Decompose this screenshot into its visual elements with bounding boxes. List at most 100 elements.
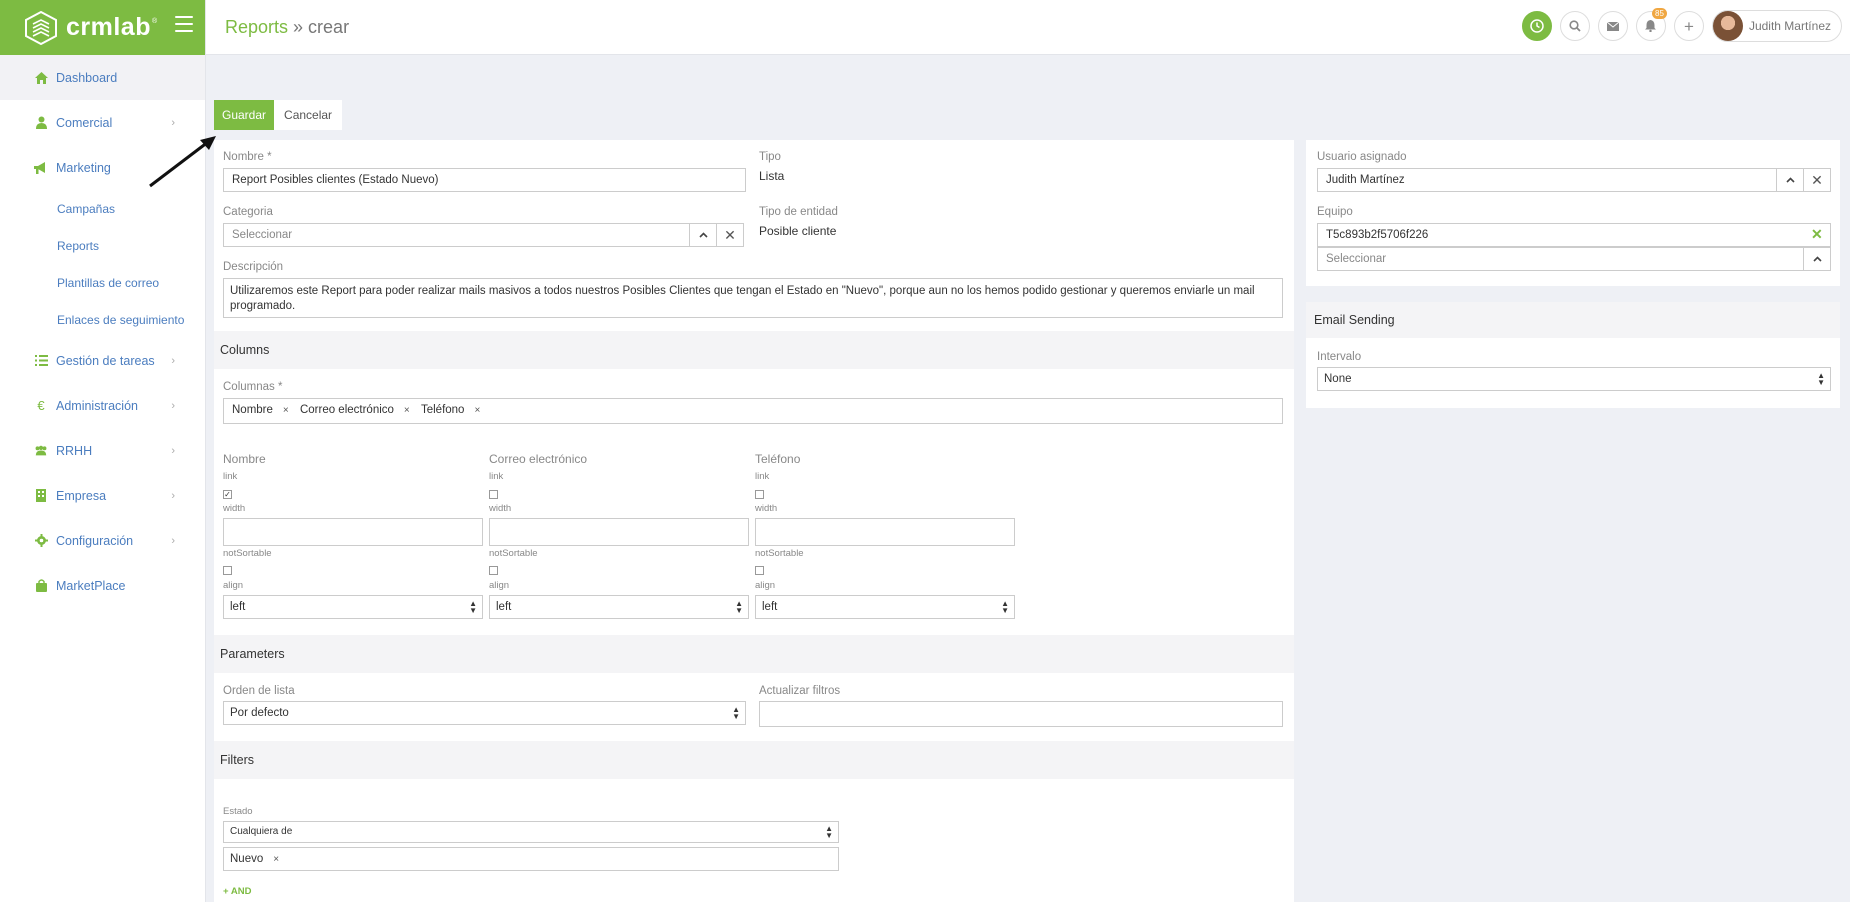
list-icon	[34, 354, 48, 368]
categoria-input[interactable]: Seleccionar	[223, 223, 690, 247]
align-select-nombre[interactable]: left ▲ ▼	[223, 595, 483, 619]
search-icon	[1569, 20, 1581, 32]
select-caret-icon: ▲ ▼	[735, 599, 743, 615]
categoria-clear-button[interactable]: ✕	[716, 223, 744, 247]
sidebar-item-label: Empresa	[56, 488, 107, 503]
select-caret-icon: ▲ ▼	[732, 705, 740, 721]
link-checkbox-nombre[interactable]: ✓	[223, 490, 232, 499]
estado-operator-select[interactable]: Cualquiera de ▲ ▼	[223, 821, 839, 843]
clock-button[interactable]	[1521, 11, 1552, 41]
plus-icon: +	[1683, 16, 1694, 36]
sidebar-item-empresa[interactable]: Empresa ›	[0, 473, 205, 518]
building-icon	[34, 489, 48, 503]
intervalo-select[interactable]: None ▲ ▼	[1317, 367, 1831, 391]
sidebar-item-configuracion[interactable]: Configuración ›	[0, 518, 205, 563]
categoria-select-button[interactable]	[689, 223, 717, 247]
orden-select[interactable]: Por defecto ▲ ▼	[223, 701, 746, 725]
link-checkbox-telefono[interactable]	[755, 490, 764, 499]
chevron-right-icon: ›	[171, 354, 175, 367]
add-and-button[interactable]: + AND	[223, 886, 251, 897]
select-caret-icon: ▲ ▼	[469, 599, 477, 615]
usuario-select-button[interactable]	[1776, 168, 1804, 192]
brand-name[interactable]: crmlab	[66, 13, 151, 42]
sidebar-item-dashboard[interactable]: Dashboard	[0, 55, 205, 100]
width-input-correo[interactable]	[489, 518, 749, 546]
tipo-label: Tipo	[759, 151, 781, 163]
remove-tag-icon[interactable]: ×	[404, 405, 410, 416]
sidebar-subitem-campanas[interactable]: Campañas	[0, 190, 205, 227]
sidebar-item-label: Marketing	[56, 160, 111, 175]
add-button[interactable]: +	[1673, 11, 1704, 41]
link-label: link	[755, 471, 770, 482]
orden-select-value: Por defecto	[230, 707, 289, 719]
width-label: width	[223, 503, 246, 514]
user-menu[interactable]: Judith Martínez	[1711, 10, 1842, 42]
email-button[interactable]	[1597, 11, 1628, 41]
breadcrumb-link[interactable]: Reports	[225, 17, 288, 37]
chevron-up-icon	[1812, 256, 1822, 262]
remove-tag-icon[interactable]: ×	[283, 405, 289, 416]
sidebar-item-gestion-tareas[interactable]: Gestión de tareas ›	[0, 338, 205, 383]
sidebar-item-marketplace[interactable]: MarketPlace	[0, 563, 205, 608]
users-icon	[34, 444, 48, 458]
notifications-button[interactable]: 85	[1635, 8, 1667, 41]
parameters-section-title: Parameters	[214, 635, 1294, 673]
annotation-arrow-icon	[149, 136, 216, 188]
width-input-telefono[interactable]	[755, 518, 1015, 546]
close-icon: ✕	[724, 226, 736, 243]
remove-equipo-icon[interactable]: ✕	[1811, 226, 1823, 243]
width-input-nombre[interactable]	[223, 518, 483, 546]
breadcrumb-separator: »	[288, 17, 309, 37]
equipo-label: Equipo	[1317, 206, 1353, 218]
email-sending-title: Email Sending	[1306, 302, 1840, 338]
remove-tag-icon[interactable]: ×	[474, 405, 480, 416]
sidebar-subitem-label: Enlaces de seguimiento	[57, 312, 185, 327]
remove-tag-icon[interactable]: ×	[273, 854, 279, 865]
sidebar-subitem-plantillas[interactable]: Plantillas de correo	[0, 264, 205, 301]
nombre-input[interactable]: Report Posibles clientes (Estado Nuevo)	[223, 168, 746, 192]
sidebar-item-administracion[interactable]: € Administración ›	[0, 383, 205, 428]
tipo-value: Lista	[759, 169, 785, 183]
width-label: width	[489, 503, 512, 514]
not-sortable-checkbox-telefono[interactable]	[755, 566, 764, 575]
not-sortable-checkbox-correo[interactable]	[489, 566, 498, 575]
nombre-label: Nombre *	[223, 151, 272, 163]
orden-label: Orden de lista	[223, 685, 295, 697]
top-actions: 85 + Judith Martínez	[1521, 8, 1850, 42]
link-checkbox-correo[interactable]	[489, 490, 498, 499]
align-select-telefono[interactable]: left ▲ ▼	[755, 595, 1015, 619]
estado-operator-value: Cualquiera de	[230, 826, 293, 837]
estado-label: Estado	[223, 806, 253, 817]
estado-tag-label: Nuevo	[230, 853, 264, 865]
estado-values-multiselect[interactable]: Nuevo ×	[223, 847, 839, 871]
sidebar-item-label: Comercial	[56, 115, 113, 130]
sidebar-item-label: Administración	[56, 398, 138, 413]
actualizar-filtros-input[interactable]	[759, 701, 1283, 727]
crmlab-logo-icon[interactable]	[24, 10, 58, 45]
registered-mark: ®	[151, 18, 158, 25]
equipo-input[interactable]: Seleccionar	[1317, 247, 1804, 271]
sidebar-item-rrhh[interactable]: RRHH ›	[0, 428, 205, 473]
chevron-right-icon: ›	[171, 489, 175, 502]
save-button[interactable]: Guardar	[214, 100, 275, 130]
usuario-asignado-input[interactable]: Judith Martínez	[1317, 168, 1777, 192]
tipo-entidad-value: Posible cliente	[759, 224, 837, 238]
align-select-value: left	[496, 601, 512, 613]
megaphone-icon	[34, 161, 48, 175]
clock-icon	[1530, 19, 1544, 33]
sidebar-subitem-reports[interactable]: Reports	[0, 227, 205, 264]
columnas-multiselect[interactable]: Nombre × Correo electrónico × Teléfono ×	[223, 398, 1283, 424]
menu-toggle-icon[interactable]	[175, 16, 193, 32]
sidebar-subitem-enlaces[interactable]: Enlaces de seguimiento	[0, 301, 205, 338]
envelope-icon	[1606, 21, 1619, 31]
align-select-correo[interactable]: left ▲ ▼	[489, 595, 749, 619]
not-sortable-checkbox-nombre[interactable]	[223, 566, 232, 575]
equipo-select-button[interactable]	[1803, 247, 1831, 271]
cancel-button[interactable]: Cancelar	[274, 100, 343, 130]
descripcion-textarea[interactable]: Utilizaremos este Report para poder real…	[223, 278, 1283, 318]
usuario-clear-button[interactable]: ✕	[1803, 168, 1831, 192]
gear-icon	[34, 534, 48, 548]
search-button[interactable]	[1559, 11, 1590, 41]
chevron-right-icon: ›	[171, 534, 175, 547]
column-detail-name: Nombre	[223, 452, 266, 466]
